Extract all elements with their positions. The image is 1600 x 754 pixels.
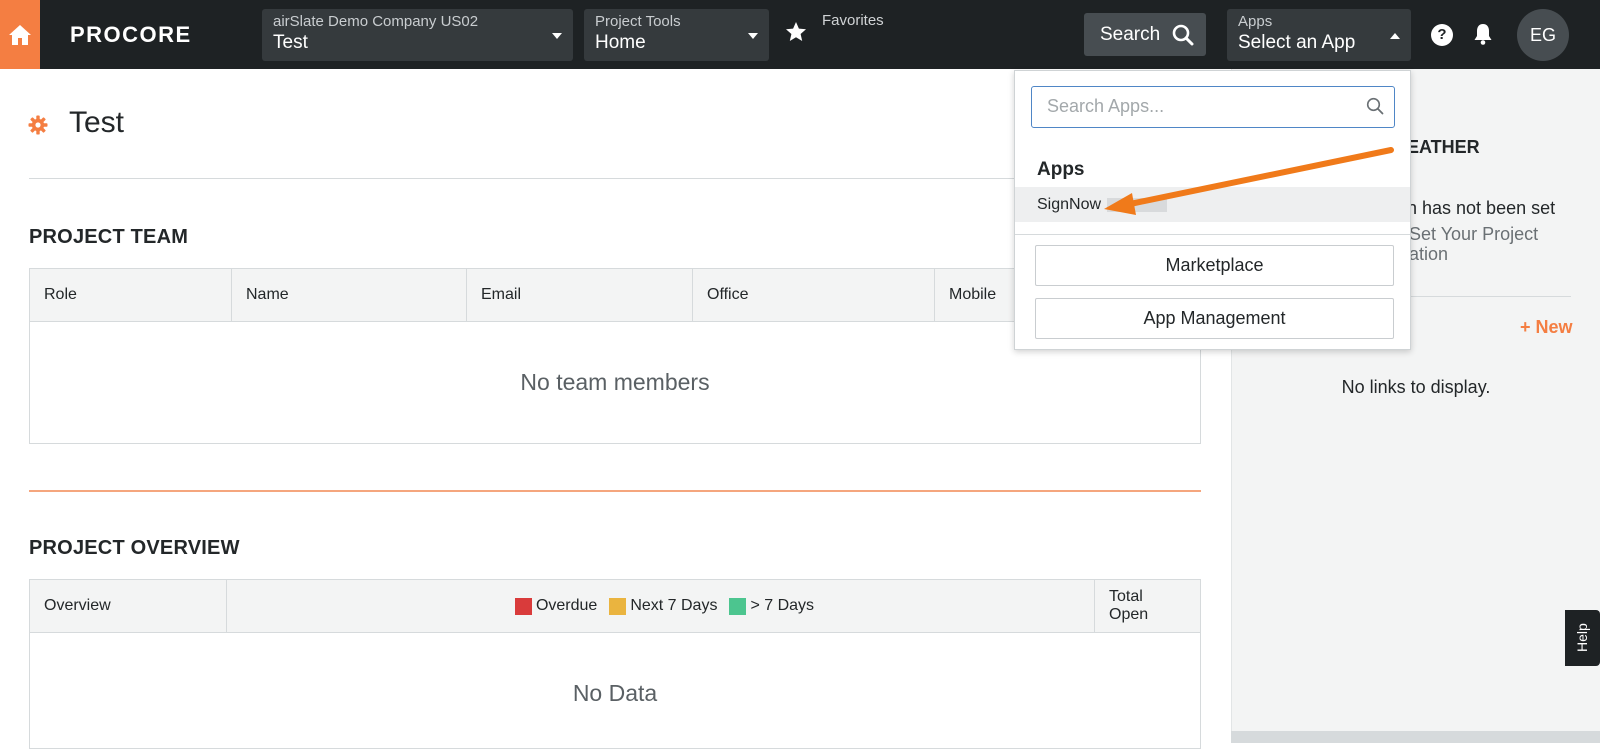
help-icon[interactable]: ? xyxy=(1431,24,1453,46)
search-button[interactable]: Search xyxy=(1084,13,1206,56)
app-management-button[interactable]: App Management xyxy=(1035,298,1394,339)
new-link-button[interactable]: + New xyxy=(1520,317,1573,338)
column-header-name[interactable]: Name xyxy=(232,269,467,321)
favorites-label[interactable]: Favorites xyxy=(822,12,884,29)
column-header-office[interactable]: Office xyxy=(693,269,935,321)
chevron-down-icon xyxy=(748,33,758,39)
project-name: Test xyxy=(273,32,308,53)
home-button[interactable] xyxy=(0,0,40,69)
apps-dropdown-menu: Apps SignNow Marketplace App Management xyxy=(1014,70,1411,350)
chevron-down-icon xyxy=(552,33,562,39)
app-item-label: SignNow xyxy=(1037,196,1102,213)
procore-logo[interactable]: PROCORE xyxy=(70,22,192,48)
help-tab[interactable]: Help xyxy=(1565,610,1600,666)
overdue-swatch xyxy=(514,597,532,615)
top-navigation-bar: PROCORE airSlate Demo Company US02 Test … xyxy=(0,0,1600,69)
empty-state-text: No Data xyxy=(572,680,658,706)
home-icon xyxy=(9,24,31,45)
user-avatar[interactable]: EG xyxy=(1517,9,1569,61)
chevron-up-icon xyxy=(1390,33,1400,39)
project-team-heading: PROJECT TEAM xyxy=(29,226,189,248)
column-header-role[interactable]: Role xyxy=(30,269,232,321)
legend-next-7-days: Next 7 Days xyxy=(630,597,718,614)
legend-overdue: Overdue xyxy=(535,597,598,614)
marketplace-button[interactable]: Marketplace xyxy=(1035,245,1394,286)
app-item-signnow[interactable]: SignNow xyxy=(1015,187,1410,222)
project-overview-table: Overview Overdue Next 7 Days > 7 Days To… xyxy=(29,579,1201,749)
gear-icon[interactable] xyxy=(28,115,48,135)
redacted-badge xyxy=(1107,198,1167,212)
bell-icon[interactable] xyxy=(1473,23,1493,45)
search-button-label: Search xyxy=(1100,23,1161,45)
status-legend: Overdue Next 7 Days > 7 Days xyxy=(227,580,1095,632)
apps-value: Select an App xyxy=(1238,32,1356,53)
section-divider xyxy=(29,490,1201,492)
search-icon xyxy=(1366,97,1384,115)
legend-over-7-days: > 7 Days xyxy=(750,597,815,614)
search-apps-input[interactable] xyxy=(1047,87,1367,125)
company-project-selector[interactable]: airSlate Demo Company US02 Test xyxy=(262,9,573,61)
apps-section-heading: Apps xyxy=(1037,159,1085,180)
panel-footer xyxy=(1231,731,1600,743)
project-tools-value: Home xyxy=(595,32,646,53)
table-header-row: Overview Overdue Next 7 Days > 7 Days To… xyxy=(30,580,1200,633)
column-header-email[interactable]: Email xyxy=(467,269,693,321)
star-icon[interactable] xyxy=(784,20,808,44)
weather-heading: EATHER xyxy=(1407,137,1480,157)
over-7-days-swatch xyxy=(729,597,747,615)
project-tools-label: Project Tools xyxy=(595,13,681,30)
no-links-text: No links to display. xyxy=(1341,377,1491,397)
set-project-location-link[interactable]: Set Your Project ation xyxy=(1409,224,1579,264)
page-title: Test xyxy=(69,106,125,139)
apps-label: Apps xyxy=(1238,13,1273,30)
search-icon xyxy=(1172,24,1194,45)
search-apps-field[interactable] xyxy=(1031,86,1395,128)
column-header-total-open: Total Open xyxy=(1109,588,1149,623)
location-not-set-text: n has not been set xyxy=(1407,198,1556,218)
apps-selector[interactable]: Apps Select an App xyxy=(1227,9,1411,61)
divider xyxy=(1015,234,1410,235)
project-tools-selector[interactable]: Project Tools Home xyxy=(584,9,769,61)
column-header-overview: Overview xyxy=(30,580,227,632)
project-overview-heading: PROJECT OVERVIEW xyxy=(29,537,240,559)
company-name: airSlate Demo Company US02 xyxy=(273,13,479,30)
next-7-days-swatch xyxy=(609,597,627,615)
